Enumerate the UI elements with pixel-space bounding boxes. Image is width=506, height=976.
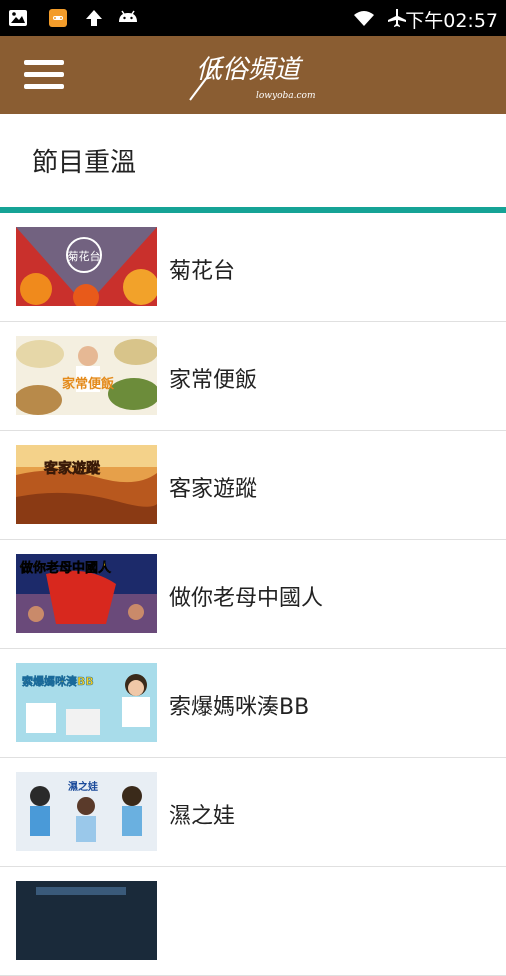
section-title: 節目重溫 [32, 148, 137, 178]
svg-text:濕之娃: 濕之娃 [68, 780, 98, 793]
wifi-icon [354, 11, 374, 26]
image-icon [9, 10, 27, 26]
program-thumbnail: 家常便飯 [16, 336, 157, 415]
upload-arrow-icon [86, 10, 102, 26]
program-title: 濕之娃 [169, 804, 236, 829]
list-item[interactable]: 濕之娃 濕之娃 [0, 758, 506, 867]
status-time: 下午02:57 [405, 10, 498, 32]
section-header: 節目重溫 [0, 114, 506, 208]
program-title: 家常便飯 [169, 368, 258, 393]
program-thumbnail [16, 881, 157, 960]
list-item[interactable]: 做你老母中國人 做你老母中國人 [0, 540, 506, 649]
list-item[interactable]: 家常便飯 家常便飯 [0, 322, 506, 431]
list-item[interactable]: 菊花台 菊花台 [0, 213, 506, 322]
game-controller-icon [49, 9, 67, 27]
program-thumbnail: 索爆媽咪湊BB [16, 663, 157, 742]
svg-text:做你老母中國人: 做你老母中國人 [19, 560, 112, 576]
svg-text:客家遊蹤: 客家遊蹤 [43, 460, 101, 477]
program-title: 菊花台 [169, 259, 236, 284]
program-thumbnail: 菊花台 [16, 227, 157, 306]
list-item-partial[interactable] [0, 867, 506, 976]
program-thumbnail: 濕之娃 [16, 772, 157, 851]
program-title: 索爆媽咪湊BB [169, 695, 310, 720]
svg-text:菊花台: 菊花台 [68, 249, 101, 263]
svg-text:家常便飯: 家常便飯 [62, 376, 114, 392]
logo[interactable]: 低俗頻道 lowyoba.com [184, 44, 324, 106]
logo-subtext: lowyoba.com [256, 91, 315, 101]
svg-text:索爆媽咪湊BB: 索爆媽咪湊BB [22, 674, 94, 688]
hamburger-menu-icon[interactable] [24, 58, 66, 92]
android-icon [119, 10, 137, 22]
program-list: 菊花台 菊花台 家常便飯 家常便飯 客家遊蹤 客家遊蹤 做你老母中國人 做你老母… [0, 213, 506, 976]
program-thumbnail: 做你老母中國人 [16, 554, 157, 633]
program-title: 客家遊蹤 [169, 477, 258, 502]
list-item[interactable]: 索爆媽咪湊BB 索爆媽咪湊BB [0, 649, 506, 758]
program-title: 做你老母中國人 [169, 586, 324, 611]
list-item[interactable]: 客家遊蹤 客家遊蹤 [0, 431, 506, 540]
program-thumbnail: 客家遊蹤 [16, 445, 157, 524]
app-header: 低俗頻道 lowyoba.com [0, 36, 506, 114]
status-bar: 下午02:57 [0, 0, 506, 36]
